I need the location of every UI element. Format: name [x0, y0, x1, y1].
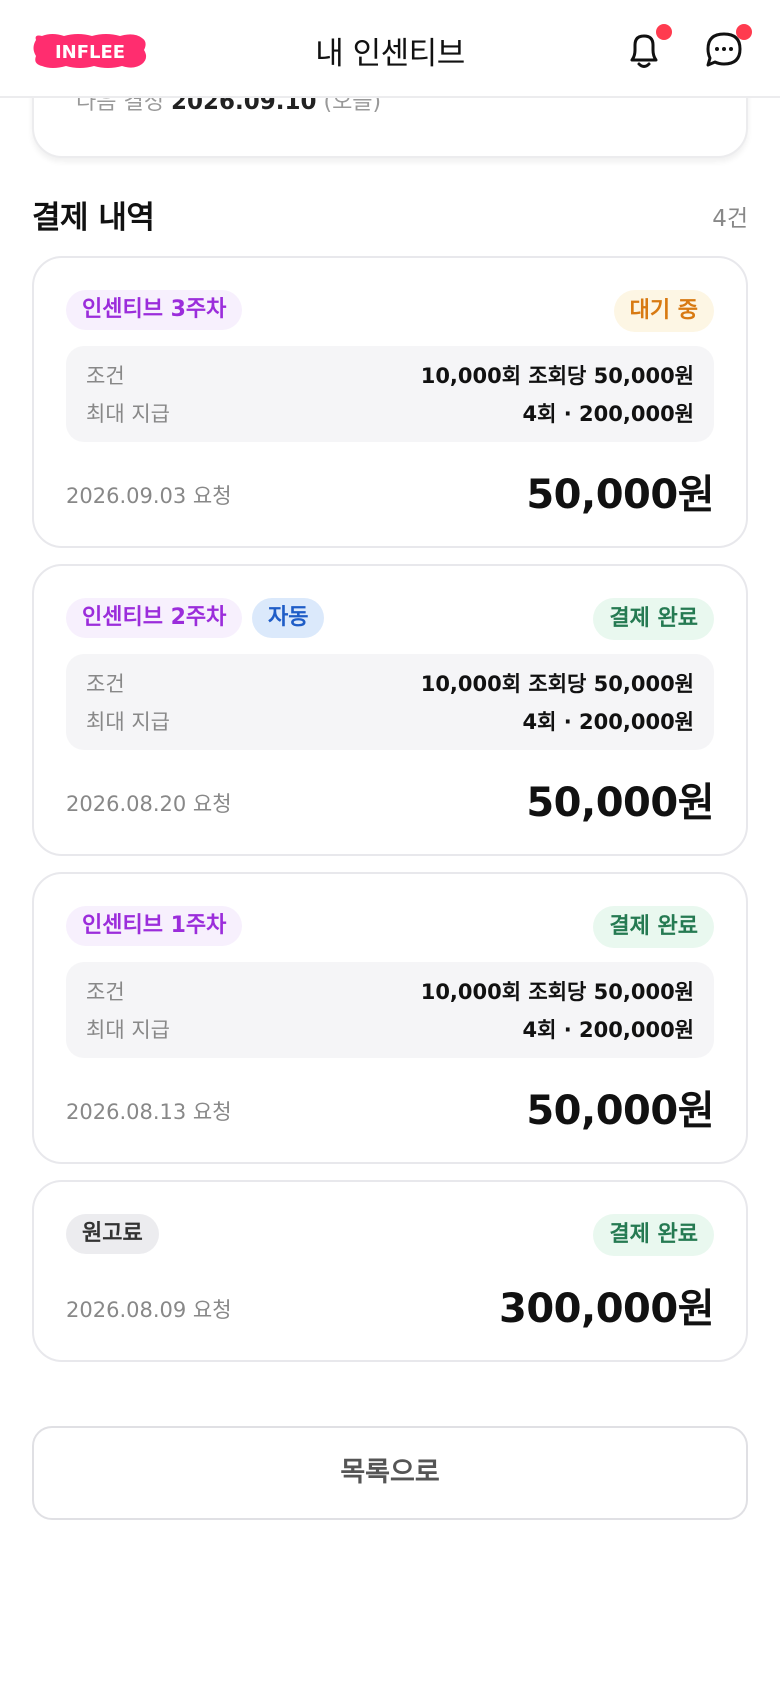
chat-button[interactable]	[702, 24, 752, 72]
condition-label: 조건	[86, 672, 125, 696]
payment-card[interactable]: 인센티브 2주차 자동 결제 완료 조건 10,000회 조회당 50,000원…	[32, 564, 748, 856]
status-badge: 결제 완료	[593, 1214, 714, 1256]
chat-badge	[736, 24, 752, 40]
max-payout-value: 4회 · 200,000원	[522, 402, 695, 426]
payment-amount: 50,000원	[526, 1088, 714, 1134]
incentive-week-tag: 인센티브 3주차	[66, 290, 243, 330]
payment-card[interactable]: 인센티브 1주차 결제 완료 조건 10,000회 조회당 50,000원 최대…	[32, 872, 748, 1164]
section-count: 4건	[712, 206, 748, 232]
request-date: 2026.08.09 요청	[66, 1298, 232, 1322]
payment-card[interactable]: 인센티브 3주차 대기 중 조건 10,000회 조회당 50,000원 최대 …	[32, 256, 748, 548]
payment-amount: 50,000원	[526, 472, 714, 518]
condition-label: 조건	[86, 364, 125, 388]
notification-badge	[656, 24, 672, 40]
condition-value: 10,000회 조회당 50,000원	[420, 364, 694, 388]
condition-box: 조건 10,000회 조회당 50,000원 최대 지급 4회 · 200,00…	[66, 962, 714, 1058]
max-payout-label: 최대 지급	[86, 402, 170, 426]
max-payout-label: 최대 지급	[86, 710, 170, 734]
back-to-list-button[interactable]: 목록으로	[32, 1426, 748, 1520]
auto-tag: 자동	[252, 598, 325, 638]
manuscript-fee-tag: 원고료	[66, 1214, 159, 1254]
condition-value: 10,000회 조회당 50,000원	[420, 980, 694, 1004]
request-date: 2026.09.03 요청	[66, 484, 232, 508]
max-payout-value: 4회 · 200,000원	[522, 1018, 695, 1042]
payment-amount: 300,000원	[499, 1286, 715, 1332]
payment-amount: 50,000원	[526, 780, 714, 826]
status-badge: 결제 완료	[593, 906, 714, 948]
status-badge: 결제 완료	[593, 598, 714, 640]
section-title: 결제 내역	[32, 200, 155, 236]
max-payout-value: 4회 · 200,000원	[522, 710, 695, 734]
app-header: INFLEE 내 인센티브	[0, 0, 780, 98]
incentive-week-tag: 인센티브 2주차	[66, 598, 243, 638]
status-badge: 대기 중	[613, 290, 714, 332]
payment-card[interactable]: 원고료 결제 완료 2026.08.09 요청 300,000원	[32, 1180, 748, 1362]
condition-box: 조건 10,000회 조회당 50,000원 최대 지급 4회 · 200,00…	[66, 346, 714, 442]
request-date: 2026.08.20 요청	[66, 792, 232, 816]
notification-button[interactable]	[622, 24, 672, 72]
condition-value: 10,000회 조회당 50,000원	[420, 672, 694, 696]
max-payout-label: 최대 지급	[86, 1018, 170, 1042]
incentive-week-tag: 인센티브 1주차	[66, 906, 243, 946]
request-date: 2026.08.13 요청	[66, 1100, 232, 1124]
condition-box: 조건 10,000회 조회당 50,000원 최대 지급 4회 · 200,00…	[66, 654, 714, 750]
condition-label: 조건	[86, 980, 125, 1004]
